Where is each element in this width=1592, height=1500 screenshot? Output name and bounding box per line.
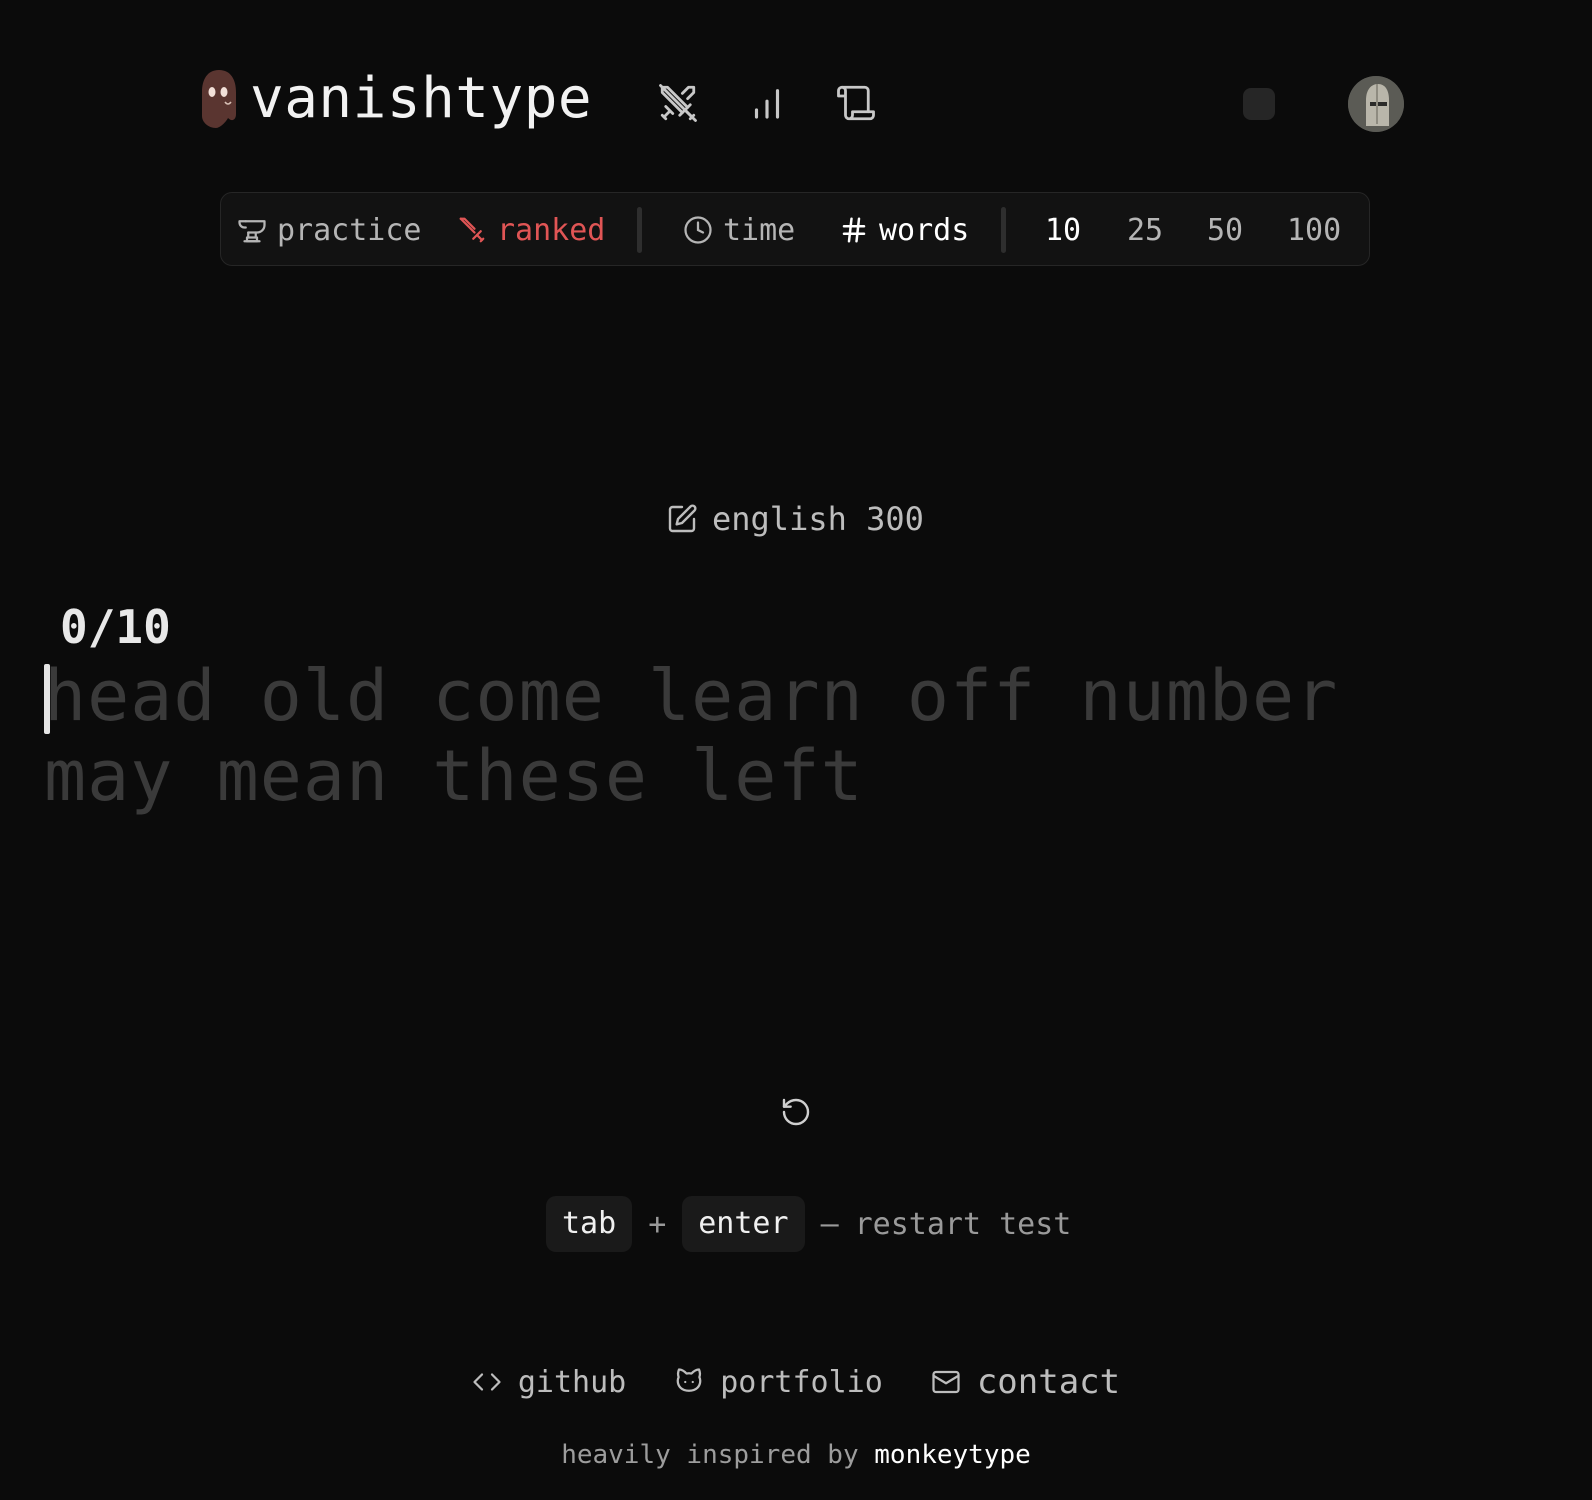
credit-line: heavily inspired by monkeytype [0,1440,1592,1470]
monkeytype-link[interactable]: monkeytype [874,1440,1031,1470]
avatar[interactable] [1348,76,1404,132]
word-count-25[interactable]: 25 [1127,193,1163,267]
edit-icon [668,504,697,533]
theme-toggle-button[interactable] [1243,88,1275,120]
word-count-50[interactable]: 50 [1207,193,1243,267]
language-label: english 300 [712,500,924,538]
mode-words-label: words [879,212,970,248]
bar-chart-icon [754,89,780,119]
nav-ranked[interactable] [655,80,701,126]
sword-icon [459,217,485,243]
github-link[interactable]: github [472,1365,626,1400]
portfolio-label: portfolio [720,1364,883,1400]
restart-hint: tab + enter – restart test [546,1196,1071,1252]
restart-button[interactable] [776,1092,816,1132]
page: vanishtype practice ranked time words 10… [0,0,1592,1500]
nav-leaderboard[interactable] [744,80,790,126]
mode-practice[interactable]: practice [237,193,422,267]
swords-off-icon [659,84,697,122]
mode-ranked-label: ranked [497,212,606,248]
words-area[interactable]: head old come learn off number may mean … [44,656,1524,816]
footer-links: github portfolio contact [0,1362,1592,1402]
contact-label: contact [976,1362,1121,1402]
mode-practice-label: practice [277,212,422,248]
github-label: github [517,1364,627,1400]
mode-words[interactable]: words [839,193,969,267]
hash-icon [842,217,866,243]
contact-link[interactable]: contact [931,1362,1120,1402]
enter-key: enter [682,1196,805,1252]
divider [1001,207,1006,253]
ghost-logo-icon [202,70,236,128]
anvil-icon [238,220,266,243]
word-count-10[interactable]: 10 [1045,193,1081,267]
test-config-bar: practice ranked time words 10 25 50 100 [220,192,1370,266]
divider [637,207,642,253]
mail-icon [932,1370,960,1394]
mode-ranked[interactable]: ranked [457,193,605,267]
plus-sign: + [648,1206,667,1242]
rotate-ccw-icon [782,1098,810,1126]
word-count-100[interactable]: 100 [1287,193,1341,267]
tab-key: tab [546,1196,633,1252]
hint-action: restart test [854,1206,1072,1242]
knight-avatar-icon [1348,76,1404,132]
clock-icon [684,216,712,244]
code-icon [473,1373,501,1391]
cat-icon [676,1368,702,1392]
credit-prefix: heavily inspired by [561,1440,859,1470]
mode-time-label: time [723,212,796,248]
nav-history[interactable] [833,80,879,126]
scroll-icon [837,85,875,121]
logo[interactable]: vanishtype [198,68,592,130]
portfolio-link[interactable]: portfolio [674,1365,883,1400]
mode-time[interactable]: time [683,193,795,267]
dash: – [820,1206,839,1242]
word-progress-counter: 0/10 [60,600,171,654]
brand-name: vanishtype [250,66,593,131]
language-selector[interactable]: english 300 [666,500,924,538]
words-line: head old come learn off number [44,655,1339,737]
words-line: may mean these left [44,735,864,817]
